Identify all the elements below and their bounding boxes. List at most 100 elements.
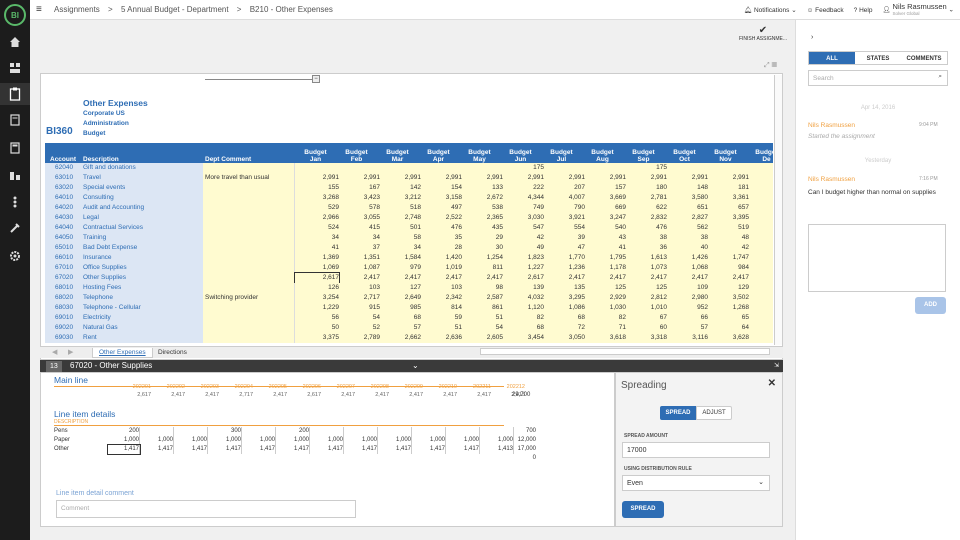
value-cell[interactable]: 1,010 xyxy=(623,303,667,313)
value-cell[interactable]: 126 xyxy=(295,283,339,293)
value-cell[interactable]: 554 xyxy=(541,223,585,233)
expand-icon[interactable]: ⤢ xyxy=(764,62,770,69)
hierarchy-icon[interactable] xyxy=(7,194,23,210)
value-cell[interactable]: 41 xyxy=(582,243,626,253)
value-cell[interactable]: 2,991 xyxy=(459,173,503,183)
value-cell[interactable]: 524 xyxy=(295,223,339,233)
value-cell[interactable]: 68 xyxy=(377,313,421,323)
line-item-value[interactable]: 1,417 xyxy=(380,445,412,454)
breadcrumb-annual-budget[interactable]: 5 Annual Budget - Department xyxy=(121,5,229,14)
row-slider[interactable] xyxy=(205,79,320,82)
value-cell[interactable]: 2,617 xyxy=(294,272,340,284)
value-cell[interactable]: 67 xyxy=(623,313,667,323)
value-cell[interactable]: 518 xyxy=(377,203,421,213)
value-cell[interactable]: 82 xyxy=(500,313,544,323)
value-cell[interactable]: 3,454 xyxy=(500,333,544,343)
help-button[interactable]: ? Help xyxy=(854,7,873,14)
value-cell[interactable]: 51 xyxy=(418,323,462,333)
adjust-tab[interactable]: ADJUST xyxy=(696,406,732,420)
value-cell[interactable]: 154 xyxy=(418,183,462,193)
value-cell[interactable]: 3,502 xyxy=(705,293,749,303)
value-cell[interactable]: 28 xyxy=(418,243,462,253)
value-cell[interactable]: 1,268 xyxy=(705,303,749,313)
line-item-value[interactable]: 1,417 xyxy=(176,445,208,454)
value-cell[interactable]: 2,417 xyxy=(459,273,503,283)
user-menu[interactable]: 👤︎ Nils Rasmussen Solver Global ⌄ xyxy=(882,3,954,17)
value-cell[interactable]: 435 xyxy=(459,223,503,233)
value-cell[interactable]: 2,781 xyxy=(623,193,667,203)
value-cell[interactable]: 42 xyxy=(500,233,544,243)
value-cell[interactable]: 1,747 xyxy=(705,253,749,263)
calculator-icon[interactable] xyxy=(7,140,23,156)
value-cell[interactable]: 51 xyxy=(459,313,503,323)
value-cell[interactable]: 29 xyxy=(459,233,503,243)
value-cell[interactable]: 811 xyxy=(459,263,503,273)
value-cell[interactable]: 1,087 xyxy=(336,263,380,273)
value-cell[interactable]: 2,672 xyxy=(459,193,503,203)
value-cell[interactable]: 3,669 xyxy=(582,193,626,203)
value-cell[interactable] xyxy=(664,163,708,173)
value-cell[interactable]: 2,748 xyxy=(377,213,421,223)
comment-cell-bg[interactable] xyxy=(203,213,295,223)
value-cell[interactable]: 98 xyxy=(459,283,503,293)
line-item-value[interactable]: 1,000 xyxy=(346,436,378,445)
value-cell[interactable]: 538 xyxy=(459,203,503,213)
line-item-value[interactable]: 1,000 xyxy=(210,436,242,445)
value-cell[interactable]: 2,342 xyxy=(418,293,462,303)
value-cell[interactable]: 59 xyxy=(418,313,462,323)
line-item-value[interactable] xyxy=(380,427,412,436)
value-cell[interactable]: 60 xyxy=(623,323,667,333)
value-cell[interactable]: 2,929 xyxy=(582,293,626,303)
value-cell[interactable]: 155 xyxy=(295,183,339,193)
tab-states[interactable]: STATES xyxy=(855,52,901,64)
value-cell[interactable]: 2,417 xyxy=(705,273,749,283)
comment-cell-bg[interactable] xyxy=(203,193,295,203)
line-item-value[interactable]: 1,417 xyxy=(312,445,344,454)
value-cell[interactable]: 2,417 xyxy=(582,273,626,283)
line-item-value[interactable]: 1,417 xyxy=(142,445,174,454)
value-cell[interactable]: 2,417 xyxy=(664,273,708,283)
value-cell[interactable]: 2,789 xyxy=(336,333,380,343)
line-item-name[interactable]: Other xyxy=(54,445,114,454)
value-cell[interactable]: 669 xyxy=(582,203,626,213)
value-cell[interactable]: 56 xyxy=(295,313,339,323)
value-cell[interactable]: 2,417 xyxy=(541,273,585,283)
spread-tab[interactable]: SPREAD xyxy=(660,406,696,420)
value-cell[interactable]: 42 xyxy=(705,243,749,253)
comment-cell-bg[interactable] xyxy=(203,233,295,243)
app-logo[interactable]: BI xyxy=(4,4,26,26)
value-cell[interactable]: 562 xyxy=(664,223,708,233)
close-icon[interactable]: ✕ xyxy=(768,378,776,389)
value-cell[interactable]: 501 xyxy=(377,223,421,233)
value-cell[interactable] xyxy=(377,163,421,173)
value-cell[interactable] xyxy=(418,163,462,173)
value-cell[interactable]: 2,417 xyxy=(418,273,462,283)
horizontal-scrollbar[interactable] xyxy=(480,348,770,355)
spread-amount-input[interactable]: 17000 xyxy=(622,442,770,458)
value-cell[interactable]: 66 xyxy=(664,313,708,323)
home-icon[interactable] xyxy=(7,34,23,50)
chevron-down-icon[interactable]: ⌄ xyxy=(412,360,419,372)
pin-icon[interactable]: ⇲ xyxy=(774,360,779,372)
line-item-value[interactable]: 1,000 xyxy=(448,436,480,445)
tab-other-expenses[interactable]: Other Expenses xyxy=(92,348,153,358)
value-cell[interactable]: 979 xyxy=(377,263,421,273)
value-cell[interactable]: 3,030 xyxy=(500,213,544,223)
value-cell[interactable]: 47 xyxy=(541,243,585,253)
value-cell[interactable]: 48 xyxy=(705,233,749,243)
value-cell[interactable]: 1,351 xyxy=(336,253,380,263)
value-cell[interactable]: 36 xyxy=(623,243,667,253)
line-item-value[interactable]: 200 xyxy=(278,427,310,436)
value-cell[interactable]: 129 xyxy=(705,283,749,293)
comment-cell-bg[interactable] xyxy=(203,243,295,253)
value-cell[interactable]: 35 xyxy=(418,233,462,243)
value-cell[interactable]: 3,212 xyxy=(377,193,421,203)
tools-icon[interactable] xyxy=(7,220,23,236)
value-cell[interactable]: 3,921 xyxy=(541,213,585,223)
value-cell[interactable]: 2,649 xyxy=(377,293,421,303)
value-cell[interactable]: 749 xyxy=(500,203,544,213)
value-cell[interactable]: 58 xyxy=(377,233,421,243)
comment-cell-bg[interactable] xyxy=(203,283,295,293)
value-cell[interactable]: 2,991 xyxy=(582,173,626,183)
line-item-value[interactable] xyxy=(414,427,446,436)
